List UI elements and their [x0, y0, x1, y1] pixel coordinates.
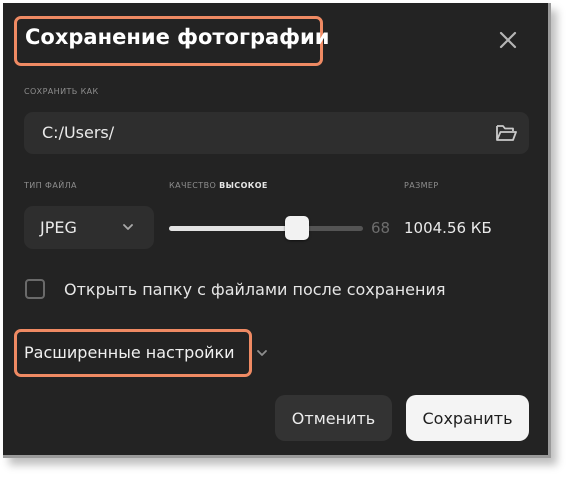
- save-button[interactable]: Сохранить: [406, 395, 529, 441]
- chevron-down-icon[interactable]: [256, 348, 268, 358]
- save-path-value: C:/Users/: [42, 123, 115, 142]
- chevron-down-icon: [123, 224, 133, 230]
- quality-slider-thumb[interactable]: [285, 216, 309, 240]
- quality-level: ВЫСОКОЕ: [219, 181, 268, 190]
- open-folder-label[interactable]: Открыть папку с файлами после сохранения: [64, 280, 446, 299]
- open-folder-checkbox[interactable]: [25, 279, 45, 299]
- folder-open-icon: [496, 125, 517, 141]
- cancel-button[interactable]: Отменить: [275, 395, 392, 441]
- close-icon: [499, 31, 517, 49]
- quality-value: 68: [371, 219, 391, 237]
- save-as-label: СОХРАНИТЬ КАК: [24, 87, 99, 96]
- quality-slider[interactable]: [169, 216, 363, 240]
- save-photo-dialog: Сохранение фотографии СОХРАНИТЬ КАК C:/U…: [3, 3, 551, 458]
- advanced-settings-toggle[interactable]: Расширенные настройки: [24, 343, 235, 362]
- file-type-value: JPEG: [40, 218, 77, 237]
- file-type-label: ТИП ФАЙЛА: [24, 181, 77, 190]
- browse-folder-button[interactable]: [494, 122, 518, 144]
- size-label: РАЗМЕР: [404, 181, 439, 190]
- close-button[interactable]: [493, 25, 523, 55]
- quality-slider-fill: [169, 226, 297, 231]
- file-type-select[interactable]: JPEG: [24, 206, 154, 249]
- file-size-value: 1004.56 КБ: [404, 219, 492, 237]
- quality-label-group: КАЧЕСТВО ВЫСОКОЕ: [169, 181, 268, 190]
- save-path-field[interactable]: C:/Users/: [24, 112, 529, 154]
- quality-label: КАЧЕСТВО: [169, 181, 217, 190]
- dialog-title: Сохранение фотографии: [25, 25, 330, 49]
